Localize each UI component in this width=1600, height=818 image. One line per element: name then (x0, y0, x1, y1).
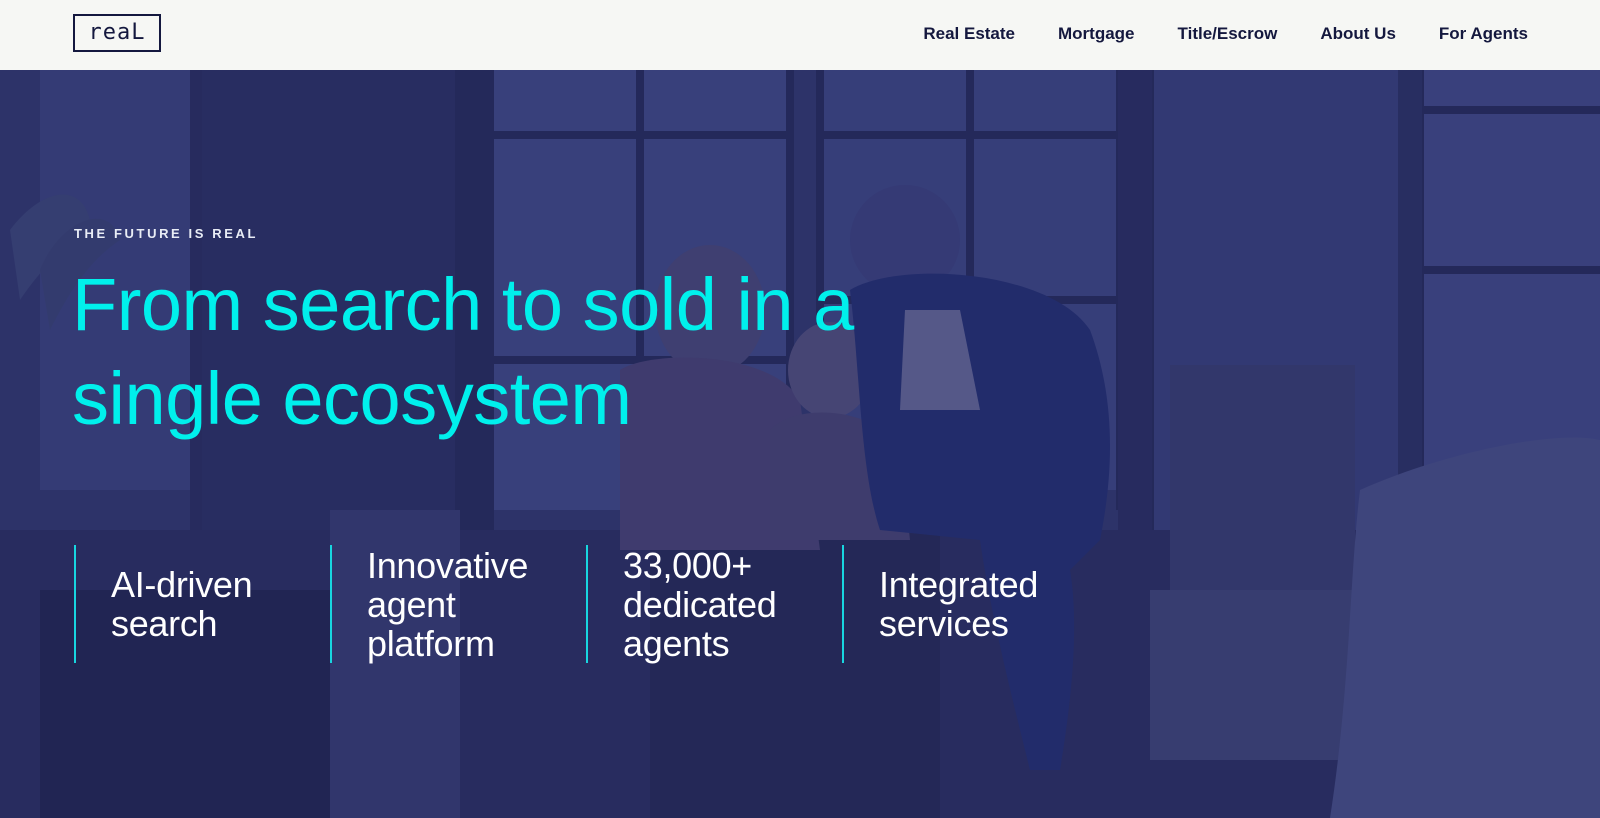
feature-label: Innovative agent platform (367, 544, 529, 664)
feature-item-agent-platform: Innovative agent platform (330, 545, 586, 663)
nav-link-for-agents[interactable]: For Agents (1439, 24, 1528, 44)
feature-item-ai-search: AI-driven search (74, 545, 330, 663)
logo-link[interactable]: reaL (73, 14, 161, 52)
hero-eyebrow: THE FUTURE IS REAL (74, 226, 259, 241)
site-header: reaL Real Estate Mortgage Title/Escrow A… (0, 0, 1600, 70)
hero-headline: From search to sold in a single ecosyste… (72, 263, 854, 440)
feature-item-integrated-services: Integrated services (842, 545, 1098, 663)
feature-label: 33,000+ dedicated agents (623, 544, 777, 664)
feature-label: AI-driven search (111, 564, 253, 644)
main-nav: Real Estate Mortgage Title/Escrow About … (880, 0, 1528, 68)
nav-link-mortgage[interactable]: Mortgage (1058, 24, 1135, 44)
nav-link-title-escrow[interactable]: Title/Escrow (1178, 24, 1278, 44)
logo-text: reaL (88, 20, 146, 45)
page: reaL Real Estate Mortgage Title/Escrow A… (0, 0, 1600, 818)
nav-link-real-estate[interactable]: Real Estate (923, 24, 1015, 44)
feature-label: Integrated services (879, 564, 1039, 644)
feature-list: AI-driven search Innovative agent platfo… (74, 545, 1098, 663)
feature-item-dedicated-agents: 33,000+ dedicated agents (586, 545, 842, 663)
nav-link-about-us[interactable]: About Us (1320, 24, 1396, 44)
